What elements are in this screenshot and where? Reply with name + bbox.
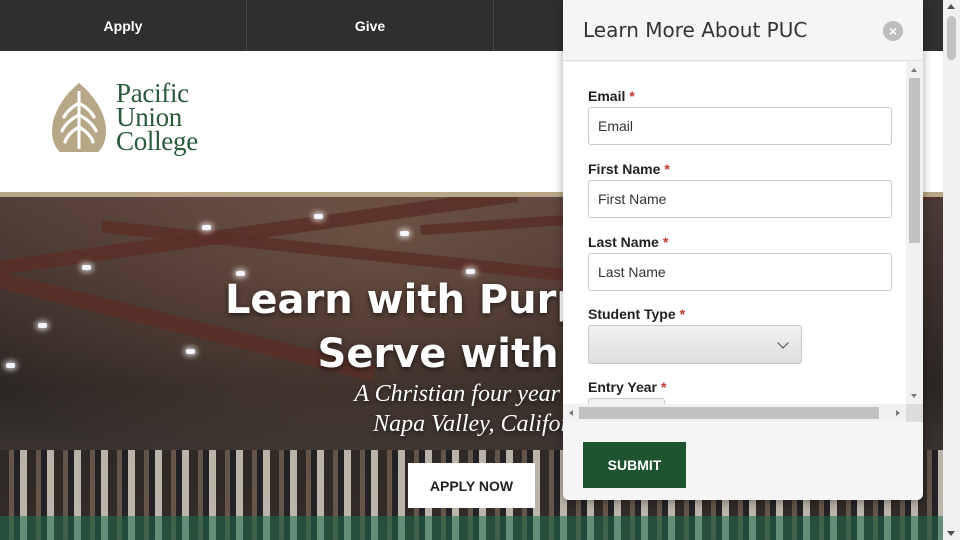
scroll-up-arrow-icon[interactable] <box>911 68 917 72</box>
required-asterisk: * <box>679 306 686 322</box>
learn-more-modal: Learn More About PUC × Email * Email Firs… <box>563 0 923 500</box>
email-label: Email * <box>588 88 635 104</box>
modal-header: Learn More About PUC × <box>563 0 923 61</box>
chevron-down-icon <box>777 337 789 349</box>
form-horizontal-scrollbar[interactable] <box>563 404 906 422</box>
entry-year-label: Entry Year * <box>588 379 667 395</box>
inquiry-form-frame: Email * Email First Name * First Name Last… <box>563 62 923 422</box>
close-icon[interactable]: × <box>883 21 903 41</box>
first-name-field[interactable]: First Name <box>588 180 892 218</box>
student-type-label: Student Type * <box>588 306 686 322</box>
logo-line-3: College <box>116 126 198 156</box>
form-vertical-scrollbar[interactable] <box>906 62 923 404</box>
last-name-label: Last Name * <box>588 234 669 250</box>
site-logo-link[interactable]: Pacific Union College <box>50 80 198 156</box>
submit-button[interactable]: SUBMIT <box>583 442 686 488</box>
page-scrollbar-thumb[interactable] <box>947 16 956 60</box>
pacific-union-college-leaf-logo-icon <box>52 83 106 152</box>
required-asterisk: * <box>662 234 669 250</box>
apply-now-button[interactable]: APPLY NOW <box>408 463 535 508</box>
scroll-down-arrow-icon[interactable] <box>911 394 917 398</box>
nav-give-link[interactable]: Give <box>247 0 494 51</box>
ceiling-light <box>314 214 323 219</box>
ceiling-light <box>202 225 211 230</box>
logo-wordmark: Pacific Union College <box>116 80 198 156</box>
required-asterisk: * <box>664 161 670 177</box>
nav-apply-link[interactable]: Apply <box>0 0 247 51</box>
student-type-select[interactable] <box>588 325 802 364</box>
court-floor <box>0 516 943 540</box>
scrollbar-corner <box>906 404 923 422</box>
page-scrollbar[interactable] <box>943 0 960 540</box>
scroll-right-arrow-icon[interactable] <box>896 410 900 416</box>
form-vertical-scrollbar-thumb[interactable] <box>909 78 920 243</box>
form-horizontal-scrollbar-thumb[interactable] <box>579 407 879 419</box>
scroll-up-arrow-icon[interactable] <box>947 4 955 9</box>
scroll-left-arrow-icon[interactable] <box>569 410 573 416</box>
scroll-down-arrow-icon[interactable] <box>947 531 955 536</box>
required-asterisk: * <box>629 88 635 104</box>
inquiry-form: Email * Email First Name * First Name Last… <box>563 62 906 404</box>
ceiling-light <box>82 265 91 270</box>
modal-title: Learn More About PUC <box>583 18 808 42</box>
first-name-label: First Name * <box>588 161 670 177</box>
last-name-field[interactable]: Last Name <box>588 253 892 291</box>
ceiling-light <box>400 231 409 236</box>
required-asterisk: * <box>661 379 667 395</box>
email-field[interactable]: Email <box>588 107 892 145</box>
